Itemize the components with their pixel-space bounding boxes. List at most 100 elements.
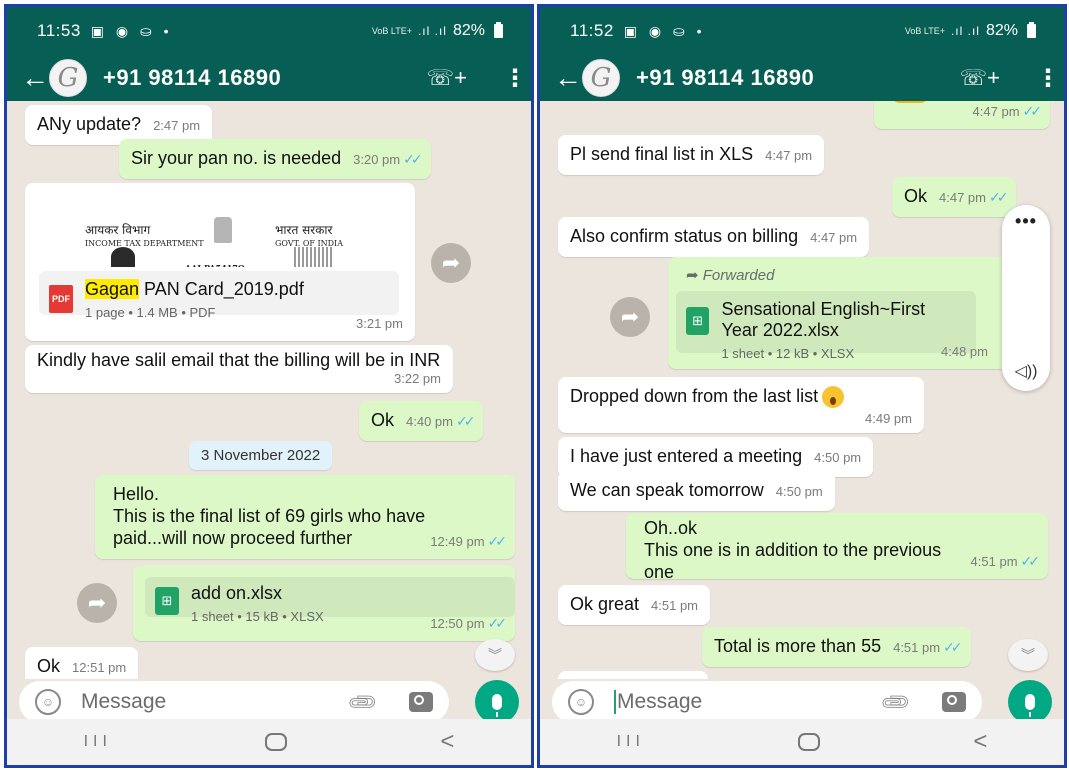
floating-side-panel[interactable]: ••• ◁)) (1002, 205, 1050, 391)
system-back-button[interactable]: < (973, 728, 987, 756)
recent-apps-button[interactable]: III (84, 733, 112, 751)
message-time: 4:49 pm (865, 411, 912, 426)
forward-share-icon[interactable]: ➦ (431, 243, 471, 283)
message-time: 12:51 pm (72, 660, 127, 675)
read-receipt-icon: ✓✓ (1020, 553, 1041, 569)
message-time: 4:47 pm (972, 104, 1020, 119)
recent-apps-button[interactable]: III (617, 733, 645, 751)
home-button[interactable] (798, 733, 821, 751)
preview-dept-english: INCOME TAX DEPARTMENT (85, 239, 204, 248)
add-call-icon[interactable]: ☏+ (960, 65, 1000, 91)
read-receipt-icon: ✓✓ (989, 189, 1009, 205)
message-placeholder[interactable]: Message (81, 690, 166, 714)
spreadsheet-file-icon: ⊞ (686, 307, 710, 335)
message-time: 4:47 pm (765, 148, 813, 163)
document-message-outgoing[interactable]: ➦ Forwarded ⊞ Sensational English~First … (668, 257, 1048, 369)
message-incoming: Ok 12:51 pm (25, 647, 139, 679)
network-label: VoB LTE+ (904, 25, 945, 36)
message-input[interactable]: ☺ Message 📎︎ (19, 681, 449, 723)
message-incoming: Also confirm status on billing 4:47 pm (558, 217, 870, 257)
system-back-button[interactable]: < (440, 728, 454, 756)
voice-record-button[interactable] (475, 680, 519, 724)
message-placeholder: Message (617, 689, 703, 713)
more-options-icon[interactable]: ⋮ (503, 64, 527, 93)
message-text: We can speak tomorrow (570, 480, 764, 500)
message-time: 3:22 pm (394, 371, 441, 386)
message-time: 2:47 pm (153, 118, 201, 133)
document-message-outgoing[interactable]: ⊞ add on.xlsx 1 sheet • 15 kB • XLSX 12:… (133, 565, 515, 641)
scroll-to-bottom-icon[interactable]: ︾ (475, 639, 515, 671)
battery-icon (1027, 22, 1036, 38)
surprised-emoji-icon (822, 386, 845, 409)
message-input[interactable]: ☺ Message 📎︎ (552, 681, 982, 723)
pan-card-preview[interactable]: आयकर विभाग भारत सरकार INCOME TAX DEPARTM… (39, 195, 399, 267)
emblem-icon (214, 217, 232, 243)
chat-area[interactable]: 4:47 pm ✓✓ Pl send final list in XLS 4:47 … (540, 101, 1064, 679)
panel-menu-icon[interactable]: ••• (1002, 211, 1050, 232)
message-text: I have just entered a meeting (570, 446, 803, 466)
camera-icon[interactable] (942, 692, 966, 712)
thumbs-up-emoji-icon (890, 101, 930, 103)
chat-area[interactable]: ANy update? 2:47 pm Sir your pan no. is n… (7, 101, 531, 679)
status-bar: 11:53 ▣ ◉ ⛀ • VoB LTE+ .ıl .ıl 82% (7, 7, 531, 55)
message-text-line1: Hello. (113, 484, 160, 504)
left-phone-screen: 11:53 ▣ ◉ ⛀ • VoB LTE+ .ıl .ıl 82% ← G +… (4, 4, 534, 768)
forward-share-icon[interactable]: ➦ (610, 297, 650, 337)
contact-name[interactable]: +91 98114 16890 (636, 65, 814, 91)
contact-name[interactable]: +91 98114 16890 (103, 65, 281, 91)
signal-icon: .ıl .ıl (417, 24, 447, 38)
message-outgoing: Ok 4:40 pm ✓✓ (359, 401, 484, 441)
voice-record-button[interactable] (1008, 680, 1052, 724)
message-outgoing: Oh..ok This one is in addition to the pr… (626, 513, 1048, 582)
system-nav-bar: III < (540, 719, 1064, 765)
back-arrow-icon[interactable]: ← (21, 64, 49, 92)
contact-avatar[interactable]: G (49, 59, 87, 97)
document-card[interactable]: ⊞ Sensational English~First Year 2022.xl… (676, 291, 976, 361)
message-incoming: Ok great 4:51 pm (558, 585, 711, 625)
message-outgoing: 4:47 pm ✓✓ (874, 101, 1050, 129)
message-time: 4:48 pm (941, 344, 988, 359)
document-meta: 1 page • 1.4 MB • PDF (85, 305, 216, 320)
document-meta: 1 sheet • 12 kB • XLSX (721, 346, 855, 361)
message-text: Total is more than 55 (714, 636, 882, 656)
pdf-file-icon: PDF (49, 285, 73, 313)
message-placeholder-wrap[interactable]: Message (614, 689, 703, 715)
message-incoming-partial (558, 671, 708, 679)
system-nav-bar: III < (7, 719, 531, 765)
scroll-to-bottom-icon[interactable]: ︾ (1008, 639, 1048, 671)
attach-icon[interactable]: 📎︎ (877, 684, 913, 720)
document-message-incoming[interactable]: आयकर विभाग भारत सरकार INCOME TAX DEPARTM… (25, 183, 415, 341)
emoji-icon[interactable]: ☺ (568, 689, 594, 715)
qr-code-icon (294, 247, 334, 267)
forward-share-icon[interactable]: ➦ (77, 583, 117, 623)
attach-icon[interactable]: 📎︎ (344, 684, 380, 720)
home-button[interactable] (265, 733, 288, 751)
message-time: 4:50 pm (814, 450, 862, 465)
back-arrow-icon[interactable]: ← (554, 64, 582, 92)
contact-avatar[interactable]: G (582, 59, 620, 97)
status-time: 11:52 (570, 21, 614, 40)
message-outgoing: Hello. This is the final list of 69 girl… (95, 475, 515, 559)
emoji-icon[interactable]: ☺ (35, 689, 61, 715)
message-time: 4:47 pm (810, 230, 858, 245)
battery-icon (494, 22, 503, 38)
message-time: 3:20 pm (353, 152, 401, 167)
message-time: 4:40 pm (406, 414, 453, 429)
message-incoming: Pl send final list in XLS 4:47 pm (558, 135, 825, 175)
camera-icon[interactable] (409, 692, 433, 712)
document-meta: 1 sheet • 15 kB • XLSX (191, 609, 324, 624)
volume-icon[interactable]: ◁)) (1002, 361, 1050, 381)
battery-percent: 82% (452, 22, 485, 39)
message-outgoing: Total is more than 55 4:51 pm ✓✓ (702, 627, 971, 667)
message-time: 12:50 pm (430, 616, 485, 631)
more-options-icon[interactable]: ⋮ (1036, 64, 1060, 93)
message-time: 4:51 pm (893, 640, 941, 655)
read-receipt-icon: ✓✓ (487, 533, 508, 549)
read-receipt-icon: ✓✓ (487, 615, 508, 631)
notification-icons: ▣ ◉ ⛀ • (90, 22, 173, 39)
add-call-icon[interactable]: ☏+ (427, 65, 467, 91)
document-card[interactable]: PDF Gagan PAN Card_2019.pdf 1 page • 1.4… (39, 271, 399, 320)
document-name: add on.xlsx (191, 583, 283, 603)
read-receipt-icon: ✓✓ (943, 639, 963, 655)
search-highlight: Gagan (85, 279, 140, 299)
